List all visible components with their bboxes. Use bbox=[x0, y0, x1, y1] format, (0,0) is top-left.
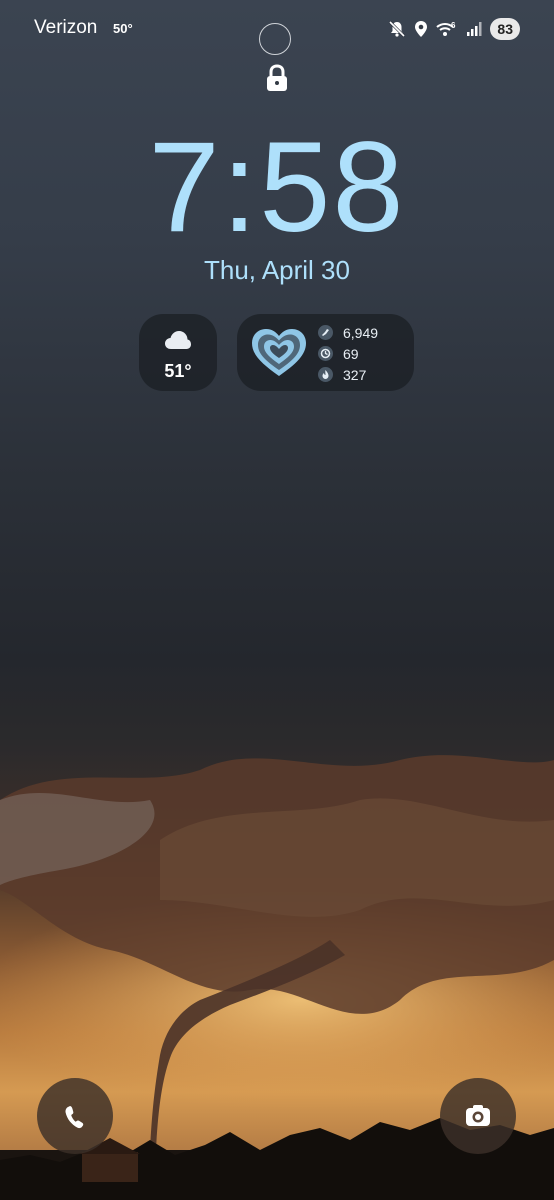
weather-temperature: 51° bbox=[164, 361, 192, 381]
lock-date: Thu, April 30 bbox=[204, 255, 350, 285]
carrier-label: Verizon bbox=[34, 17, 98, 38]
lock-screen: Verizon 50° 6 83 7:58 Thu, April 30 51° bbox=[0, 0, 554, 1200]
cloud-icon bbox=[164, 329, 192, 356]
mute-icon bbox=[388, 20, 406, 38]
phone-shortcut-button[interactable] bbox=[37, 1078, 113, 1154]
status-icons: 6 83 bbox=[388, 16, 520, 42]
status-temperature: 50° bbox=[113, 21, 133, 36]
calories-stat: 327 bbox=[318, 364, 378, 385]
steps-value: 6,949 bbox=[343, 324, 379, 341]
svg-text:6: 6 bbox=[451, 21, 456, 30]
location-icon bbox=[414, 20, 428, 38]
wifi-6-icon: 6 bbox=[436, 20, 458, 38]
status-bar: Verizon 50° 6 83 bbox=[0, 14, 554, 55]
front-camera-cutout bbox=[259, 23, 291, 55]
battery-indicator: 83 bbox=[490, 18, 520, 40]
heart-rings-icon bbox=[250, 327, 308, 384]
camera-shortcut-button[interactable] bbox=[440, 1078, 516, 1154]
signal-icon bbox=[466, 21, 482, 37]
steps-stat: 6,949 bbox=[318, 322, 378, 343]
active-time-icon bbox=[318, 346, 333, 361]
lock-icon[interactable] bbox=[265, 63, 289, 93]
calories-value: 327 bbox=[343, 366, 367, 383]
health-stats: 6,949 69 327 bbox=[318, 322, 378, 385]
lock-clock: 7:58 bbox=[148, 116, 406, 259]
calories-icon bbox=[318, 367, 333, 382]
active-time-stat: 69 bbox=[318, 343, 378, 364]
active-time-value: 69 bbox=[343, 345, 359, 362]
health-widget[interactable]: 6,949 69 327 bbox=[237, 314, 414, 391]
steps-icon bbox=[318, 325, 333, 340]
weather-widget[interactable]: 51° bbox=[139, 314, 217, 391]
